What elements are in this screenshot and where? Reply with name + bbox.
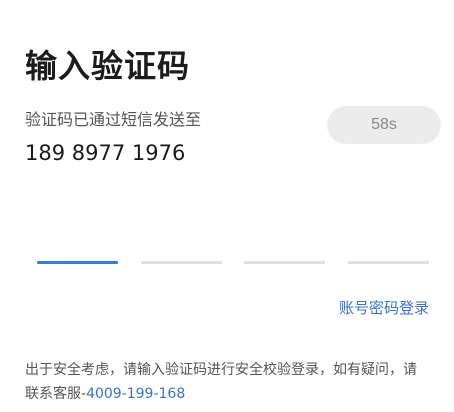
resend-countdown-button[interactable]: 58s xyxy=(327,106,441,144)
code-slot-4[interactable] xyxy=(348,261,429,264)
page-title: 输入验证码 xyxy=(25,47,191,85)
code-slot-3[interactable] xyxy=(244,261,325,264)
verification-code-input[interactable] xyxy=(37,261,429,265)
phone-number: 189 8977 1976 xyxy=(25,141,186,165)
code-slot-2[interactable] xyxy=(141,261,222,264)
support-phone-link[interactable]: 4009-199-168 xyxy=(86,386,185,402)
code-slot-1[interactable] xyxy=(37,261,118,264)
password-login-link[interactable]: 账号密码登录 xyxy=(339,297,429,319)
security-notice: 出于安全考虑，请输入验证码进行安全校验登录，如有疑问，请联系客服-4009-19… xyxy=(25,358,429,406)
security-notice-text: 出于安全考虑，请输入验证码进行安全校验登录，如有疑问，请联系客服- xyxy=(25,362,417,402)
sms-sent-hint: 验证码已通过短信发送至 xyxy=(25,110,202,129)
